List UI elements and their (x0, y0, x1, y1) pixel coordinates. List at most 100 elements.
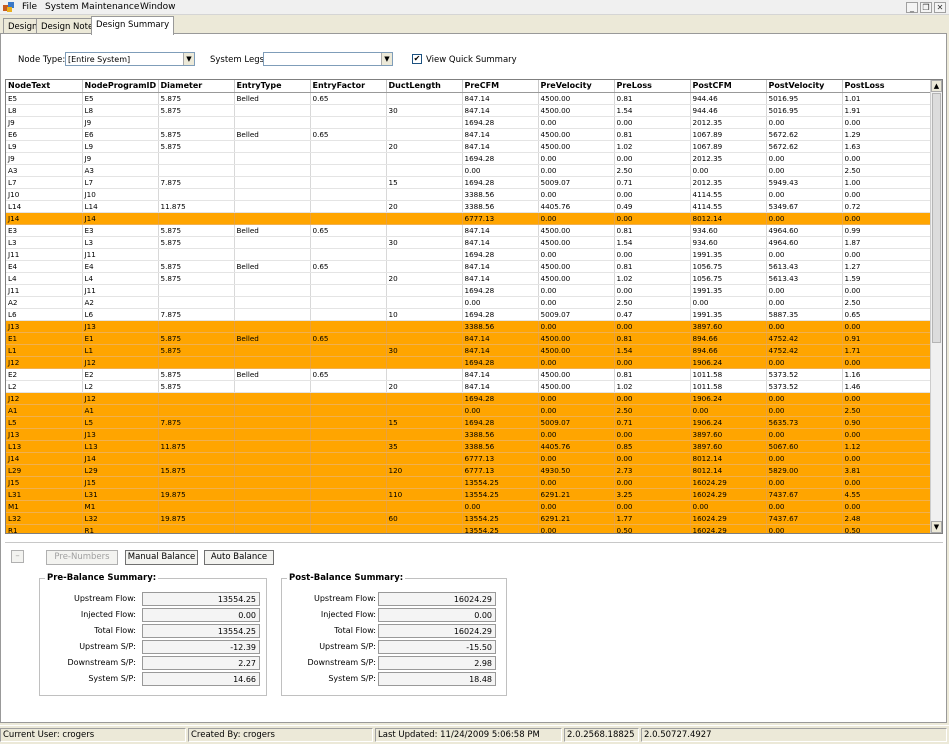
cell-preloss[interactable]: 0.81 (614, 368, 691, 381)
cell-postloss[interactable]: 0.00 (842, 476, 932, 489)
cell-nodeprogramid[interactable]: L9 (82, 140, 159, 153)
cell-postloss[interactable]: 0.00 (842, 500, 932, 513)
cell-entryfactor[interactable] (310, 236, 387, 249)
cell-preloss[interactable]: 1.54 (614, 104, 691, 117)
table-row[interactable]: L3 L3 5.875 30 847.14 4500.00 1.54 934.60 4964.6… (6, 236, 932, 249)
cell-preloss[interactable]: 0.00 (614, 152, 691, 165)
cell-preloss[interactable]: 1.77 (614, 512, 691, 525)
view-quick-summary-label[interactable]: View Quick Summary (426, 55, 517, 65)
cell-preloss[interactable]: 1.02 (614, 140, 691, 153)
cell-entryfactor[interactable] (310, 284, 387, 297)
cell-nodeprogramid[interactable]: R1 (82, 524, 159, 533)
cell-postvelocity[interactable]: 0.00 (766, 428, 843, 441)
cell-postcfm[interactable]: 16024.29 (690, 524, 767, 533)
cell-entrytype[interactable] (234, 152, 311, 165)
table-row-highlighted[interactable]: R1 R1 13554.25 0.00 0.50 16024.29 0.00 0.50 (6, 524, 932, 533)
cell-nodeprogramid[interactable]: J12 (82, 392, 159, 405)
cell-prevelocity[interactable]: 0.00 (538, 152, 615, 165)
cell-diameter[interactable]: 5.875 (158, 260, 235, 273)
cell-postvelocity[interactable]: 0.00 (766, 500, 843, 513)
cell-nodetext[interactable]: E3 (6, 224, 83, 237)
cell-nodetext[interactable]: J15 (6, 476, 83, 489)
cell-postcfm[interactable]: 8012.14 (690, 452, 767, 465)
cell-postcfm[interactable]: 0.00 (690, 296, 767, 309)
cell-entryfactor[interactable] (310, 200, 387, 213)
cell-prevelocity[interactable]: 0.00 (538, 284, 615, 297)
cell-entrytype[interactable]: Belled (234, 128, 311, 141)
cell-preloss[interactable]: 0.00 (614, 116, 691, 129)
cell-entryfactor[interactable] (310, 500, 387, 513)
cell-postvelocity[interactable]: 0.00 (766, 116, 843, 129)
cell-prevelocity[interactable]: 5009.07 (538, 416, 615, 429)
cell-precfm[interactable]: 1694.28 (462, 248, 539, 261)
cell-prevelocity[interactable]: 0.00 (538, 188, 615, 201)
cell-ductlength[interactable]: 30 (386, 344, 463, 357)
cell-nodetext[interactable]: L9 (6, 140, 83, 153)
cell-nodeprogramid[interactable]: M1 (82, 500, 159, 513)
cell-nodeprogramid[interactable]: A3 (82, 164, 159, 177)
cell-entrytype[interactable] (234, 356, 311, 369)
cell-precfm[interactable]: 1694.28 (462, 116, 539, 129)
cell-postcfm[interactable]: 1906.24 (690, 392, 767, 405)
cell-entrytype[interactable]: Belled (234, 260, 311, 273)
cell-nodeprogramid[interactable]: J9 (82, 152, 159, 165)
cell-nodeprogramid[interactable]: J11 (82, 248, 159, 261)
cell-entryfactor[interactable] (310, 524, 387, 533)
cell-postloss[interactable]: 1.27 (842, 260, 932, 273)
cell-entryfactor[interactable] (310, 452, 387, 465)
cell-entryfactor[interactable] (310, 176, 387, 189)
design-summary-grid[interactable]: NodeText NodeProgramID Diameter EntryType En… (5, 79, 943, 534)
cell-nodeprogramid[interactable]: J12 (82, 356, 159, 369)
cell-nodetext[interactable]: E2 (6, 368, 83, 381)
cell-postcfm[interactable]: 16024.29 (690, 512, 767, 525)
cell-nodeprogramid[interactable]: L13 (82, 440, 159, 453)
cell-postcfm[interactable]: 3897.60 (690, 440, 767, 453)
cell-nodeprogramid[interactable]: L3 (82, 236, 159, 249)
cell-diameter[interactable] (158, 116, 235, 129)
cell-precfm[interactable]: 1694.28 (462, 176, 539, 189)
table-row-highlighted[interactable]: J12 J12 1694.28 0.00 0.00 1906.24 0.00 0.00 (6, 392, 932, 405)
cell-ductlength[interactable] (386, 428, 463, 441)
cell-prevelocity[interactable]: 0.00 (538, 392, 615, 405)
cell-preloss[interactable]: 0.00 (614, 500, 691, 513)
cell-ductlength[interactable]: 60 (386, 512, 463, 525)
cell-prevelocity[interactable]: 0.00 (538, 428, 615, 441)
cell-entryfactor[interactable] (310, 404, 387, 417)
cell-postvelocity[interactable]: 4752.42 (766, 332, 843, 345)
cell-precfm[interactable]: 6777.13 (462, 452, 539, 465)
cell-postvelocity[interactable]: 0.00 (766, 524, 843, 533)
cell-ductlength[interactable]: 20 (386, 200, 463, 213)
cell-precfm[interactable]: 1694.28 (462, 284, 539, 297)
cell-diameter[interactable] (158, 212, 235, 225)
cell-postloss[interactable]: 0.00 (842, 452, 932, 465)
cell-precfm[interactable]: 847.14 (462, 272, 539, 285)
cell-postloss[interactable]: 0.00 (842, 320, 932, 333)
cell-postcfm[interactable]: 1067.89 (690, 128, 767, 141)
cell-postcfm[interactable]: 2012.35 (690, 176, 767, 189)
cell-preloss[interactable]: 2.73 (614, 464, 691, 477)
cell-prevelocity[interactable]: 4930.50 (538, 464, 615, 477)
table-row-highlighted[interactable]: L1 L1 5.875 30 847.14 4500.00 1.54 894.66 4752.4… (6, 344, 932, 357)
cell-diameter[interactable]: 7.875 (158, 176, 235, 189)
cell-entrytype[interactable] (234, 404, 311, 417)
cell-precfm[interactable]: 0.00 (462, 500, 539, 513)
cell-precfm[interactable]: 13554.25 (462, 476, 539, 489)
cell-precfm[interactable]: 3388.56 (462, 188, 539, 201)
cell-diameter[interactable] (158, 404, 235, 417)
cell-entryfactor[interactable] (310, 380, 387, 393)
cell-precfm[interactable]: 1694.28 (462, 308, 539, 321)
cell-entrytype[interactable] (234, 512, 311, 525)
cell-postcfm[interactable]: 944.46 (690, 92, 767, 105)
cell-nodetext[interactable]: J13 (6, 428, 83, 441)
cell-preloss[interactable]: 0.71 (614, 416, 691, 429)
cell-precfm[interactable]: 6777.13 (462, 464, 539, 477)
cell-nodetext[interactable]: A2 (6, 296, 83, 309)
cell-entrytype[interactable] (234, 272, 311, 285)
cell-precfm[interactable]: 13554.25 (462, 524, 539, 533)
restore-button[interactable]: ❐ (920, 2, 932, 13)
cell-prevelocity[interactable]: 4500.00 (538, 140, 615, 153)
menu-window[interactable]: Window (140, 2, 176, 12)
table-row-highlighted[interactable]: J13 J13 3388.56 0.00 0.00 3897.60 0.00 0.00 (6, 320, 932, 333)
cell-nodeprogramid[interactable]: E2 (82, 368, 159, 381)
cell-nodetext[interactable]: J14 (6, 212, 83, 225)
